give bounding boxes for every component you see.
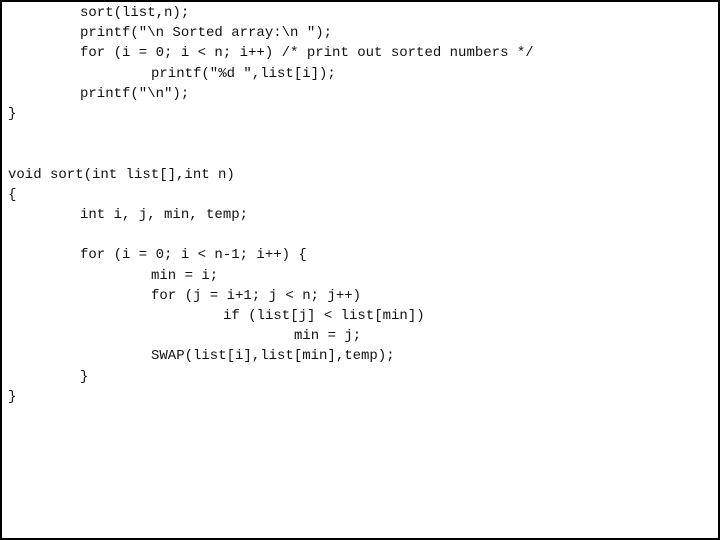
code-line: { — [8, 186, 17, 203]
code-line: min = i; — [151, 267, 219, 284]
code-line: } — [8, 388, 17, 405]
code-slide: sort(list,n); printf("\n Sorted array:\n … — [0, 0, 720, 540]
code-line: if (list[j] < list[min]) — [223, 308, 425, 324]
code-line: } — [80, 368, 89, 385]
code-line: int i, j, min, temp; — [80, 207, 249, 223]
code-line: min = j; — [294, 328, 362, 345]
code-line: printf("%d ",list[i]); — [151, 65, 336, 82]
code-line: printf("\n Sorted array:\n "); — [80, 25, 333, 42]
code-line: SWAP(list[i],list[min],temp); — [151, 348, 395, 365]
code-line: void sort(int list[],int n) — [8, 166, 235, 183]
code-line: for (j = i+1; j < n; j++) — [151, 287, 362, 304]
code-line: for (i = 0; i < n; i++) /* print out sor… — [80, 45, 534, 62]
code-line: printf("\n"); — [80, 85, 190, 102]
code-line: } — [8, 106, 17, 122]
code-line: sort(list,n); — [80, 5, 190, 21]
code-line: for (i = 0; i < n-1; i++) { — [80, 247, 307, 264]
